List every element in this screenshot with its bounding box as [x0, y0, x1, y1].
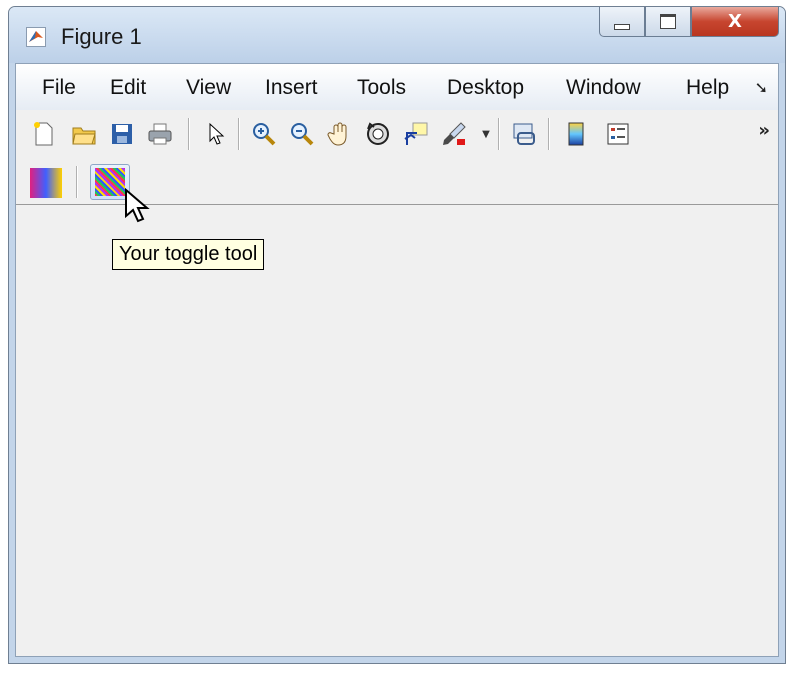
- legend-icon[interactable]: [604, 120, 632, 148]
- close-icon: X: [728, 11, 742, 32]
- close-button[interactable]: X: [691, 7, 779, 37]
- minimize-icon: [614, 23, 630, 30]
- menu-desktop[interactable]: Desktop: [447, 76, 524, 100]
- pan-hand-icon[interactable]: [326, 120, 354, 148]
- menu-insert[interactable]: Insert: [265, 76, 318, 100]
- toolbar-separator: [498, 118, 500, 150]
- zoom-out-icon[interactable]: [288, 120, 316, 148]
- colormap-tool-icon[interactable]: [30, 168, 62, 198]
- menu-view[interactable]: View: [186, 76, 231, 100]
- menu-bar: File Edit View Insert Tools Desktop Wind…: [16, 64, 778, 111]
- title-bar[interactable]: Figure 1 X: [9, 7, 785, 63]
- data-cursor-icon[interactable]: [402, 120, 430, 148]
- figure-window: Figure 1 X File Edit View Insert Tools D…: [8, 6, 786, 664]
- menu-window[interactable]: Window: [566, 76, 641, 100]
- toolbar-separator: [548, 118, 550, 150]
- link-plot-icon[interactable]: [510, 120, 538, 148]
- new-figure-icon[interactable]: [30, 120, 58, 148]
- open-file-icon[interactable]: [70, 120, 98, 148]
- window-title: Figure 1: [61, 24, 142, 49]
- brush-icon[interactable]: [440, 120, 468, 148]
- minimize-button[interactable]: [599, 7, 645, 37]
- matlab-logo-icon: [26, 27, 46, 47]
- save-icon[interactable]: [108, 120, 136, 148]
- print-icon[interactable]: [146, 120, 174, 148]
- figure-toolbar: ▼ »: [16, 110, 778, 159]
- rotate-3d-icon[interactable]: [364, 120, 392, 148]
- toggle-tool-icon: [95, 168, 125, 196]
- zoom-in-icon[interactable]: [250, 120, 278, 148]
- menu-overflow-chevron-icon[interactable]: ➘: [755, 78, 768, 97]
- select-arrow-icon[interactable]: [202, 120, 230, 148]
- maximize-icon: [660, 14, 676, 29]
- mouse-pointer-icon: [125, 188, 150, 223]
- menu-help[interactable]: Help: [686, 76, 729, 100]
- toolbar-overflow-button[interactable]: »: [758, 120, 770, 141]
- toolbar-separator: [76, 166, 78, 198]
- toolbar-separator: [188, 118, 190, 150]
- menu-edit[interactable]: Edit: [110, 76, 146, 100]
- maximize-button[interactable]: [645, 7, 691, 37]
- brush-dropdown-chevron-icon[interactable]: ▼: [472, 120, 500, 148]
- toolbar-separator: [238, 118, 240, 150]
- menu-tools[interactable]: Tools: [357, 76, 406, 100]
- figure-client-area: File Edit View Insert Tools Desktop Wind…: [15, 63, 779, 657]
- menu-file[interactable]: File: [42, 76, 76, 100]
- colorbar-icon[interactable]: [562, 120, 590, 148]
- tooltip: Your toggle tool: [112, 239, 265, 270]
